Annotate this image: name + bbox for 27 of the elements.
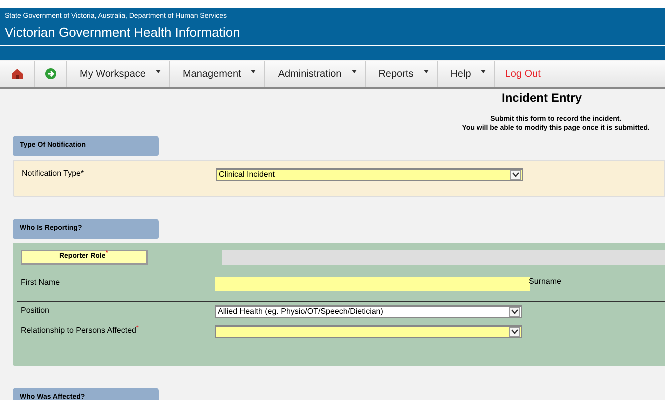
- caret-icon: [481, 70, 486, 74]
- menu-item[interactable]: My Workspace: [67, 61, 170, 87]
- site-title: Victorian Government Health Information: [4, 24, 240, 39]
- caret-icon: [424, 70, 429, 74]
- forward-arrow-icon[interactable]: [44, 68, 56, 80]
- caret-icon: [251, 70, 256, 74]
- dropdown-icon: [509, 327, 520, 337]
- dropdown-icon: [509, 307, 520, 317]
- caret-icon: [156, 70, 161, 74]
- field-label: First Name: [20, 277, 62, 287]
- select-field[interactable]: [215, 325, 522, 338]
- field-label: Notification Type*: [21, 168, 86, 178]
- page-title: Incident Entry: [502, 92, 582, 104]
- menu-item[interactable]: Management: [170, 61, 266, 87]
- text-field[interactable]: [215, 277, 530, 291]
- home-icon[interactable]: [10, 68, 24, 80]
- dropdown-icon: [510, 170, 521, 180]
- caret-icon: [352, 70, 357, 74]
- menu-item[interactable]: Administration: [265, 61, 366, 87]
- select-field[interactable]: Allied Health (eg. Physio/OT/Speech/Dietician): [215, 305, 522, 318]
- select-field[interactable]: Clinical Incident: [216, 168, 523, 181]
- menu-item[interactable]: Help: [438, 61, 496, 87]
- logout-link[interactable]: Log Out: [495, 61, 541, 87]
- field-label: Relationship to Persons Affected$^{*}$: [20, 325, 140, 335]
- field-label: Position: [20, 305, 50, 315]
- field-label: Surname: [529, 277, 562, 286]
- menu-item[interactable]: Reports: [366, 61, 438, 87]
